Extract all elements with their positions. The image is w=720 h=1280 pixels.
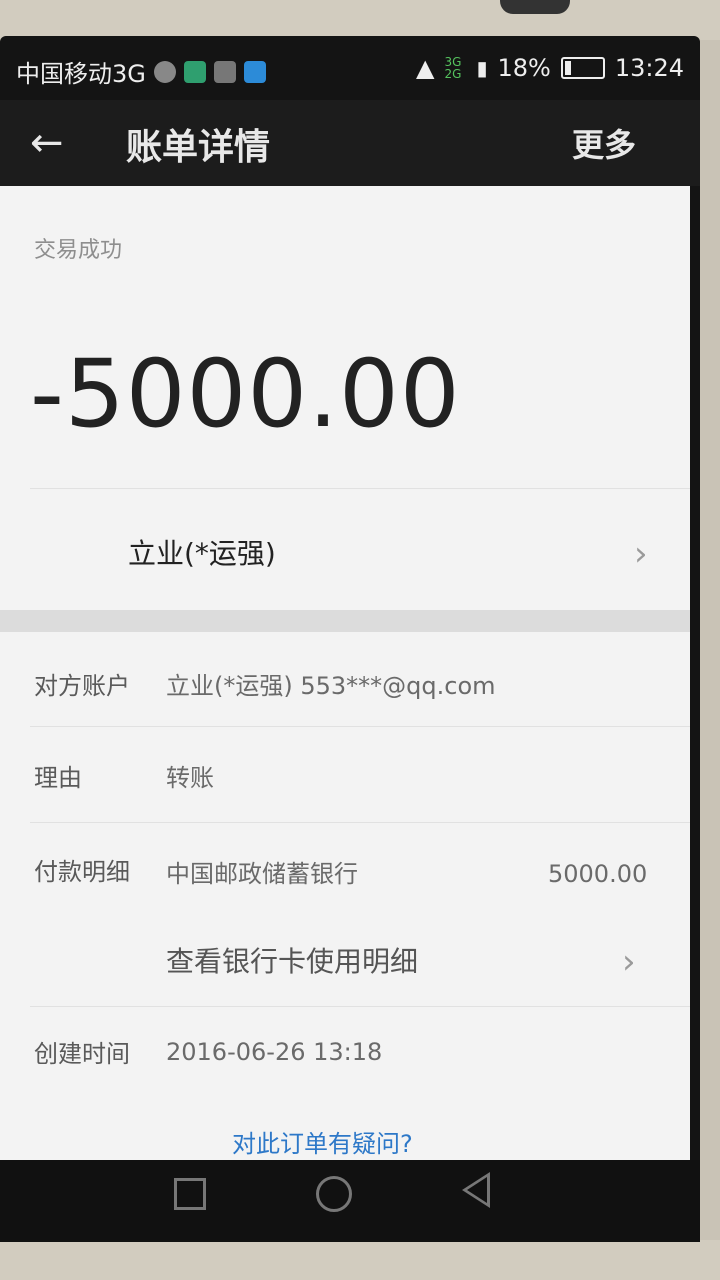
app-icon	[183, 60, 206, 83]
detail-value: 查看银行卡使用明细	[166, 945, 419, 978]
nav-back-button[interactable]	[462, 1172, 490, 1208]
back-arrow-icon[interactable]: ←	[30, 120, 64, 166]
detail-value: 2016-06-26 13:18	[166, 1038, 383, 1066]
video-icon	[243, 60, 266, 83]
order-question-link[interactable]: 对此订单有疑问?	[232, 1124, 413, 1159]
divider	[30, 726, 690, 727]
payee-name: 立业(*运强)	[128, 537, 276, 570]
detail-value: 中国邮政储蓄银行	[166, 860, 358, 888]
app-bar: ← 账单详情 更多	[0, 100, 700, 186]
detail-label: 理由	[34, 764, 82, 792]
battery-percent: 18%	[497, 54, 551, 82]
recent-apps-button[interactable]	[174, 1178, 206, 1210]
phone-bezel-top	[0, 0, 720, 40]
sync-icon	[153, 60, 176, 83]
divider	[30, 822, 690, 823]
divider	[30, 488, 690, 489]
clock: 13:24	[614, 54, 684, 82]
detail-value: 立业(*运强) 553***@qq.com	[166, 672, 496, 700]
detail-label: 付款明细	[34, 858, 130, 886]
wifi-icon: ▲	[416, 54, 435, 82]
payment-amount: 5000.00	[548, 860, 648, 888]
network-badge: 3G 2G	[444, 55, 462, 81]
chevron-right-icon: ›	[634, 534, 648, 574]
bill-detail-content: 交易成功 -5000.00 立业(*运强) › 对方账户 立业(*运强) 553…	[0, 186, 690, 1160]
transaction-amount: -5000.00	[30, 340, 461, 449]
home-button[interactable]	[316, 1176, 352, 1212]
transaction-status: 交易成功	[34, 238, 123, 263]
signal-icon: ▮	[476, 56, 488, 80]
page-title: 账单详情	[126, 127, 271, 168]
navigation-bar	[0, 1160, 700, 1242]
phone-bezel-bottom	[0, 1240, 720, 1280]
detail-value: 转账	[166, 764, 214, 792]
section-gap	[0, 610, 690, 632]
status-bar: 中国移动3G ▲ 3G 2G ▮ 18% 13:24	[0, 40, 700, 100]
camera	[500, 0, 570, 14]
more-button[interactable]: 更多	[572, 120, 636, 166]
divider	[30, 1006, 690, 1007]
gallery-icon	[213, 60, 236, 83]
battery-icon	[560, 57, 605, 79]
chevron-right-icon: ›	[622, 942, 636, 982]
detail-label: 对方账户	[34, 672, 130, 700]
carrier-name: 中国移动3G	[16, 60, 146, 88]
detail-label: 创建时间	[34, 1040, 130, 1068]
